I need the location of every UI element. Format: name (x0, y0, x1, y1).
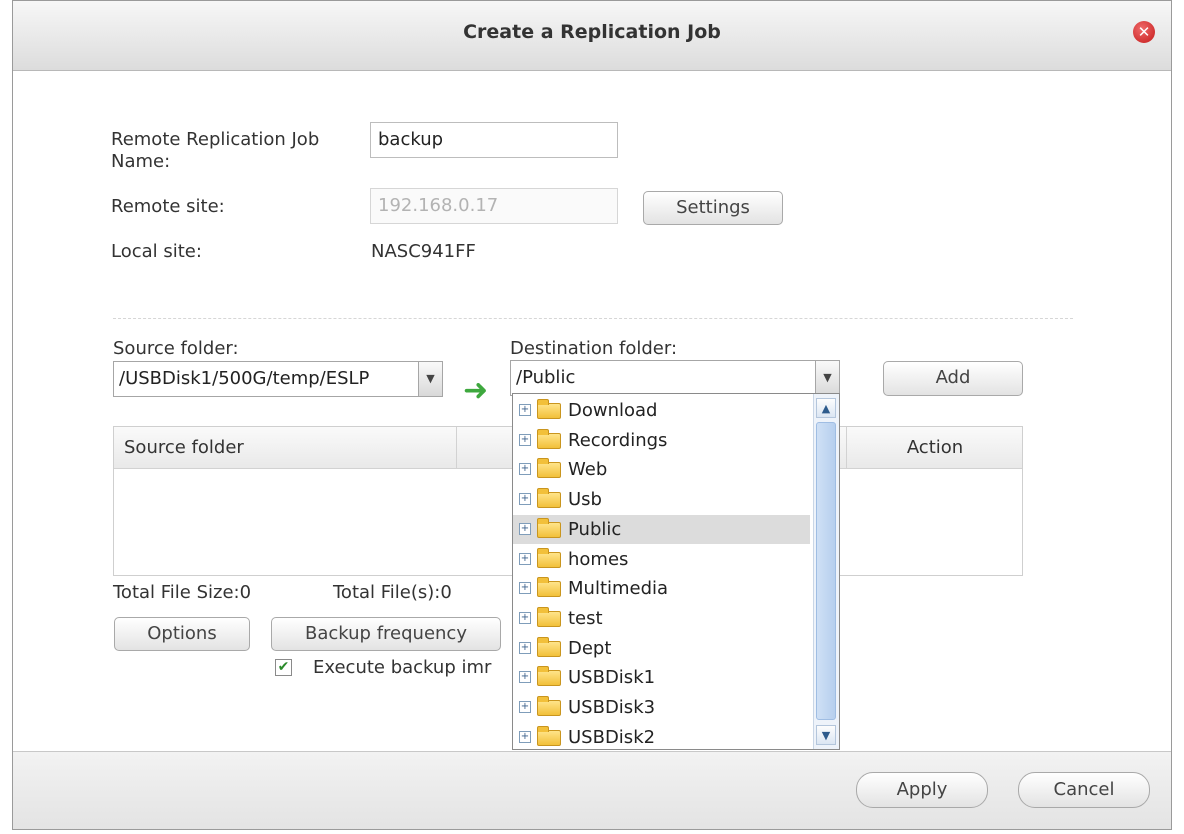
total-file-size: Total File Size:0 (113, 582, 252, 603)
folder-icon (537, 636, 561, 657)
source-folder-label: Source folder: (113, 338, 239, 359)
job-name-label-line2: Name: (111, 151, 171, 172)
folder-icon (537, 606, 561, 627)
chevron-down-icon[interactable]: ▼ (815, 361, 839, 395)
expand-icon[interactable]: + (519, 552, 531, 565)
folder-item-label: Multimedia (568, 578, 669, 600)
replication-dialog: Create a Replication Job ✕ Remote Replic… (12, 0, 1172, 830)
folder-item[interactable]: + USBDisk1 (513, 663, 810, 692)
folder-item[interactable]: + USBDisk3 (513, 693, 810, 722)
remote-site-input: 192.168.0.17 (370, 188, 618, 224)
close-icon[interactable]: ✕ (1133, 21, 1155, 43)
add-button[interactable]: Add (883, 361, 1023, 396)
expand-icon[interactable]: + (519, 433, 531, 446)
destination-folder-dropdown[interactable]: + Download + Recordings + Web + Usb + Public + home… (512, 393, 840, 750)
expand-icon[interactable]: + (519, 463, 531, 476)
folder-item[interactable]: + test (513, 604, 810, 633)
options-button[interactable]: Options (114, 617, 250, 651)
job-name-input[interactable]: backup (370, 122, 618, 158)
column-source-folder: Source folder (124, 437, 244, 458)
scroll-up-icon[interactable]: ▲ (816, 398, 836, 418)
job-name-label: Remote Replication Job Name: (111, 129, 319, 173)
folder-item-label: Download (568, 400, 658, 421)
local-site-label: Local site: (111, 241, 202, 262)
folder-item-label: Recordings (568, 429, 668, 451)
dialog-footer: Apply Cancel (13, 751, 1171, 829)
column-action: Action (906, 437, 964, 458)
dropdown-scrollbar[interactable]: ▲ ▼ (813, 394, 839, 749)
column-separator (456, 427, 457, 469)
execute-backup-checkbox[interactable]: ✔ (275, 659, 292, 676)
folder-item-label: USBDisk1 (568, 667, 656, 689)
folder-icon (537, 696, 561, 716)
folder-icon (537, 666, 561, 687)
job-name-label-line1: Remote Replication Job (111, 129, 320, 150)
scrollbar-thumb[interactable] (816, 422, 836, 720)
right-arrow-icon: ➜ (463, 373, 489, 408)
folder-icon (537, 399, 561, 419)
expand-icon[interactable]: + (519, 730, 531, 743)
folder-icon (537, 488, 561, 509)
expand-icon[interactable]: + (519, 493, 531, 506)
destination-folder-label: Destination folder: (510, 338, 678, 359)
folder-item-label: Web (568, 459, 608, 481)
settings-button[interactable]: Settings (643, 191, 783, 225)
apply-button[interactable]: Apply (856, 772, 988, 808)
folder-icon (537, 458, 561, 479)
folder-item[interactable]: + Multimedia (513, 574, 810, 603)
folder-icon (537, 428, 561, 449)
folder-icon (537, 577, 561, 598)
folder-item[interactable]: + Web (513, 455, 810, 484)
section-divider (113, 318, 1073, 319)
scroll-down-icon[interactable]: ▼ (816, 725, 836, 745)
backup-frequency-button[interactable]: Backup frequency (271, 617, 501, 651)
folder-item-label: USBDisk3 (568, 697, 656, 718)
local-site-value: NASC941FF (371, 241, 476, 262)
source-folder-select[interactable]: /USBDisk1/500G/temp/ESLP ▼ (113, 361, 443, 397)
folder-icon (537, 547, 561, 568)
execute-backup-label: Execute backup imr (313, 657, 492, 678)
folder-item-label: Public (568, 518, 622, 540)
folder-item-label: Usb (568, 489, 602, 511)
folder-item[interactable]: + Recordings (513, 426, 810, 455)
destination-folder-value: /Public (516, 367, 576, 388)
folder-item-label: Dept (568, 637, 612, 659)
expand-icon[interactable]: + (519, 701, 531, 713)
folder-item[interactable]: + homes (513, 545, 810, 574)
expand-icon[interactable]: + (519, 404, 531, 416)
folder-item[interactable]: + USBDisk2 (513, 723, 810, 749)
expand-icon[interactable]: + (519, 641, 531, 654)
folder-icon (537, 725, 561, 746)
folder-item[interactable]: + Download (513, 396, 810, 425)
folder-item[interactable]: + Usb (513, 485, 810, 514)
folder-item-label: USBDisk2 (568, 726, 656, 748)
expand-icon[interactable]: + (519, 582, 531, 595)
folder-item[interactable]: + Dept (513, 634, 810, 663)
folder-item[interactable]: + Public (513, 514, 810, 544)
folder-item-label: homes (568, 548, 629, 570)
folder-item-label: test (568, 607, 603, 629)
source-folder-value: /USBDisk1/500G/temp/ESLP (119, 368, 370, 389)
cancel-button[interactable]: Cancel (1018, 772, 1150, 808)
folder-icon (537, 517, 561, 538)
chevron-down-icon[interactable]: ▼ (418, 362, 442, 396)
expand-icon[interactable]: + (519, 522, 531, 535)
dialog-title: Create a Replication Job (463, 21, 721, 43)
destination-folder-select[interactable]: /Public ▼ (510, 360, 840, 396)
dialog-titlebar: Create a Replication Job ✕ (13, 1, 1171, 71)
total-files: Total File(s):0 (333, 582, 452, 603)
expand-icon[interactable]: + (519, 611, 531, 624)
remote-site-label: Remote site: (111, 196, 225, 217)
expand-icon[interactable]: + (519, 671, 531, 684)
